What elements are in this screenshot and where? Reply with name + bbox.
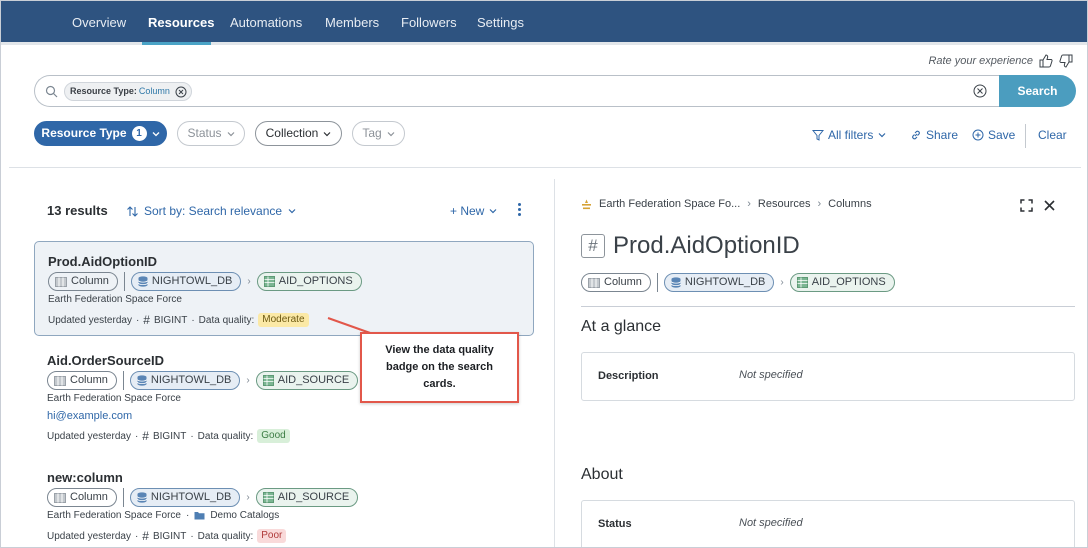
description-label: Description (598, 370, 659, 382)
table-pill[interactable]: AID_OPTIONS (789, 273, 895, 292)
hash-icon: # (581, 234, 605, 258)
type-pill[interactable]: Column (581, 273, 651, 292)
chevron-right-icon: › (817, 198, 822, 210)
breadcrumb-item[interactable]: Columns (828, 198, 871, 210)
table-label: AID_OPTIONS (811, 276, 886, 288)
at-a-glance-panel: Description Not specified (581, 352, 1075, 401)
about-panel: Status Not specified (581, 500, 1075, 547)
breadcrumb-item[interactable]: Resources (758, 198, 811, 210)
callout-tooltip: View the data quality badge on the searc… (360, 332, 519, 403)
close-icon[interactable] (1043, 199, 1056, 215)
divider (656, 273, 658, 292)
status-label: Status (598, 518, 632, 530)
table-icon (796, 277, 808, 288)
breadcrumb: Earth Federation Space Fo... › Resources… (581, 198, 872, 210)
column-icon (588, 277, 600, 288)
status-value[interactable]: Not specified (739, 517, 803, 529)
detail-header: # Prod.AidOptionID (581, 232, 800, 260)
chevron-right-icon: › (747, 198, 751, 210)
divider (581, 306, 1075, 307)
org-icon (582, 199, 591, 209)
type-label: Column (604, 276, 642, 288)
app-frame: Overview Resources Automations Members F… (0, 0, 1088, 548)
callout-pointer (327, 317, 374, 335)
description-value[interactable]: Not specified (739, 369, 803, 381)
database-icon (671, 277, 681, 288)
breadcrumb-item[interactable]: Earth Federation Space Fo... (599, 198, 740, 210)
detail-title: Prod.AidOptionID (613, 232, 800, 259)
about-heading: About (581, 466, 623, 483)
at-a-glance-heading: At a glance (581, 318, 662, 335)
database-label: NIGHTOWL_DB (684, 276, 766, 288)
expand-icon[interactable] (1020, 199, 1033, 215)
database-pill[interactable]: NIGHTOWL_DB (663, 273, 775, 292)
chevron-right-icon: › (780, 277, 784, 288)
detail-lineage: Column NIGHTOWL_DB › AID_OPTIONS (581, 273, 895, 292)
